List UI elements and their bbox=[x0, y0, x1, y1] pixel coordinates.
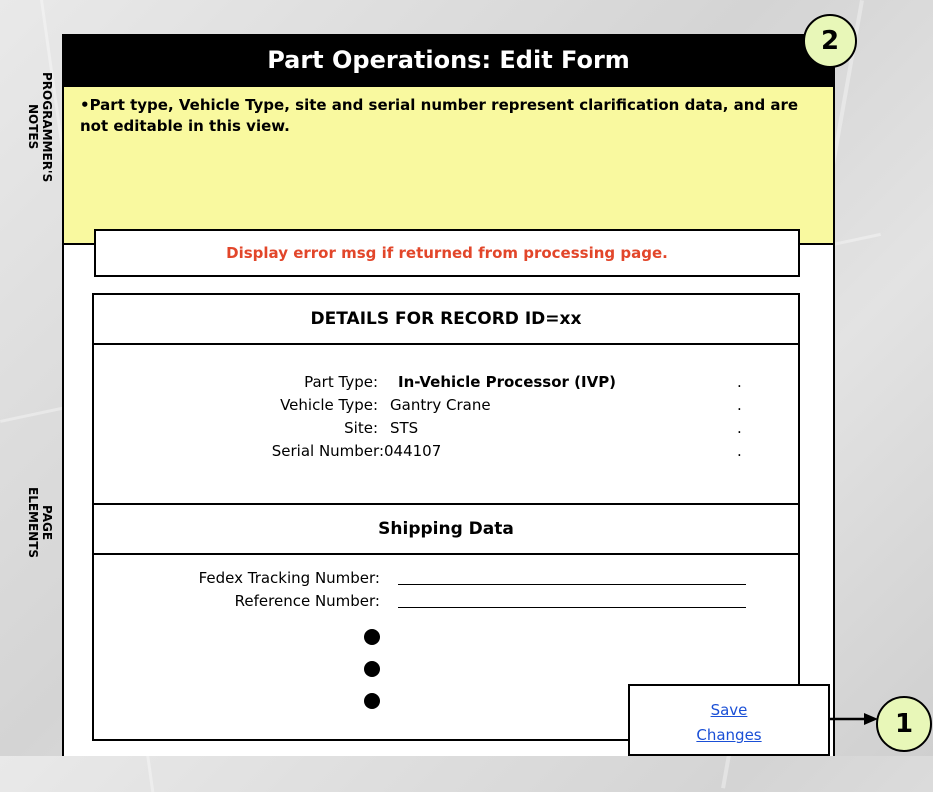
save-link-line1: Save bbox=[710, 701, 748, 719]
error-message-box: Display error msg if returned from proce… bbox=[94, 229, 800, 277]
arrow-right-icon bbox=[830, 713, 878, 725]
field-dot: . bbox=[737, 419, 742, 437]
annotation-badge-2-number: 2 bbox=[820, 26, 840, 56]
error-message-text: Display error msg if returned from proce… bbox=[226, 244, 668, 262]
fedex-tracking-input[interactable] bbox=[398, 584, 746, 585]
field-dot: . bbox=[737, 396, 742, 414]
save-link-line2: Changes bbox=[696, 726, 762, 744]
programmers-notes-text: PROGRAMMER'S NOTES bbox=[26, 71, 54, 183]
ellipsis-dot bbox=[364, 629, 380, 645]
title-bar: Part Operations: Edit Form bbox=[64, 34, 833, 87]
annotation-badge-1: 1 bbox=[876, 696, 932, 752]
site-label: Site: bbox=[344, 419, 378, 437]
save-changes-box: Save Changes bbox=[628, 684, 830, 756]
ellipsis-dot bbox=[364, 661, 380, 677]
field-row-part-type: Part Type: In-Vehicle Processor (IVP) . bbox=[94, 373, 798, 393]
vehicle-type-label: Vehicle Type: bbox=[280, 396, 378, 414]
page-title: Part Operations: Edit Form bbox=[267, 46, 630, 74]
ellipsis-dot bbox=[364, 693, 380, 709]
reference-number-input[interactable] bbox=[398, 607, 746, 608]
shipping-data-header: Shipping Data bbox=[94, 505, 798, 555]
field-row-vehicle-type: Vehicle Type: Gantry Crane . bbox=[94, 396, 798, 416]
annotation-badge-1-number: 1 bbox=[894, 709, 914, 739]
field-row-site: Site: STS . bbox=[94, 419, 798, 439]
reference-number-label: Reference Number: bbox=[234, 592, 380, 610]
programmer-notes-text: •Part type, Vehicle Type, site and seria… bbox=[80, 96, 799, 135]
part-type-value: In-Vehicle Processor (IVP) bbox=[398, 373, 617, 391]
field-row-fedex-tracking: Fedex Tracking Number: bbox=[94, 569, 798, 589]
page-frame: Part Operations: Edit Form •Part type, V… bbox=[62, 34, 835, 756]
field-dot: . bbox=[737, 373, 742, 391]
record-details-panel: DETAILS FOR RECORD ID=xx Part Type: In-V… bbox=[92, 293, 800, 741]
save-changes-link[interactable]: Save Changes bbox=[696, 701, 761, 744]
page-elements-text: PAGE ELEMENTS bbox=[26, 487, 54, 559]
vehicle-type-value: Gantry Crane bbox=[390, 396, 491, 414]
programmers-notes-label: PROGRAMMER'S NOTES bbox=[26, 42, 54, 212]
fedex-tracking-label: Fedex Tracking Number: bbox=[198, 569, 380, 587]
page-elements-label: PAGE ELEMENTS bbox=[26, 458, 54, 588]
serial-number-value: 044107 bbox=[384, 442, 442, 460]
site-value: STS bbox=[390, 419, 419, 437]
details-header: DETAILS FOR RECORD ID=xx bbox=[94, 295, 798, 345]
field-dot: . bbox=[737, 442, 742, 460]
field-row-reference-number: Reference Number: bbox=[94, 592, 798, 612]
field-row-serial-number: Serial Number: 044107 . bbox=[94, 442, 798, 462]
annotation-badge-2: 2 bbox=[803, 14, 857, 68]
serial-number-label: Serial Number: bbox=[271, 442, 384, 460]
part-type-label: Part Type: bbox=[304, 373, 378, 391]
programmer-notes-panel: •Part type, Vehicle Type, site and seria… bbox=[64, 87, 833, 245]
